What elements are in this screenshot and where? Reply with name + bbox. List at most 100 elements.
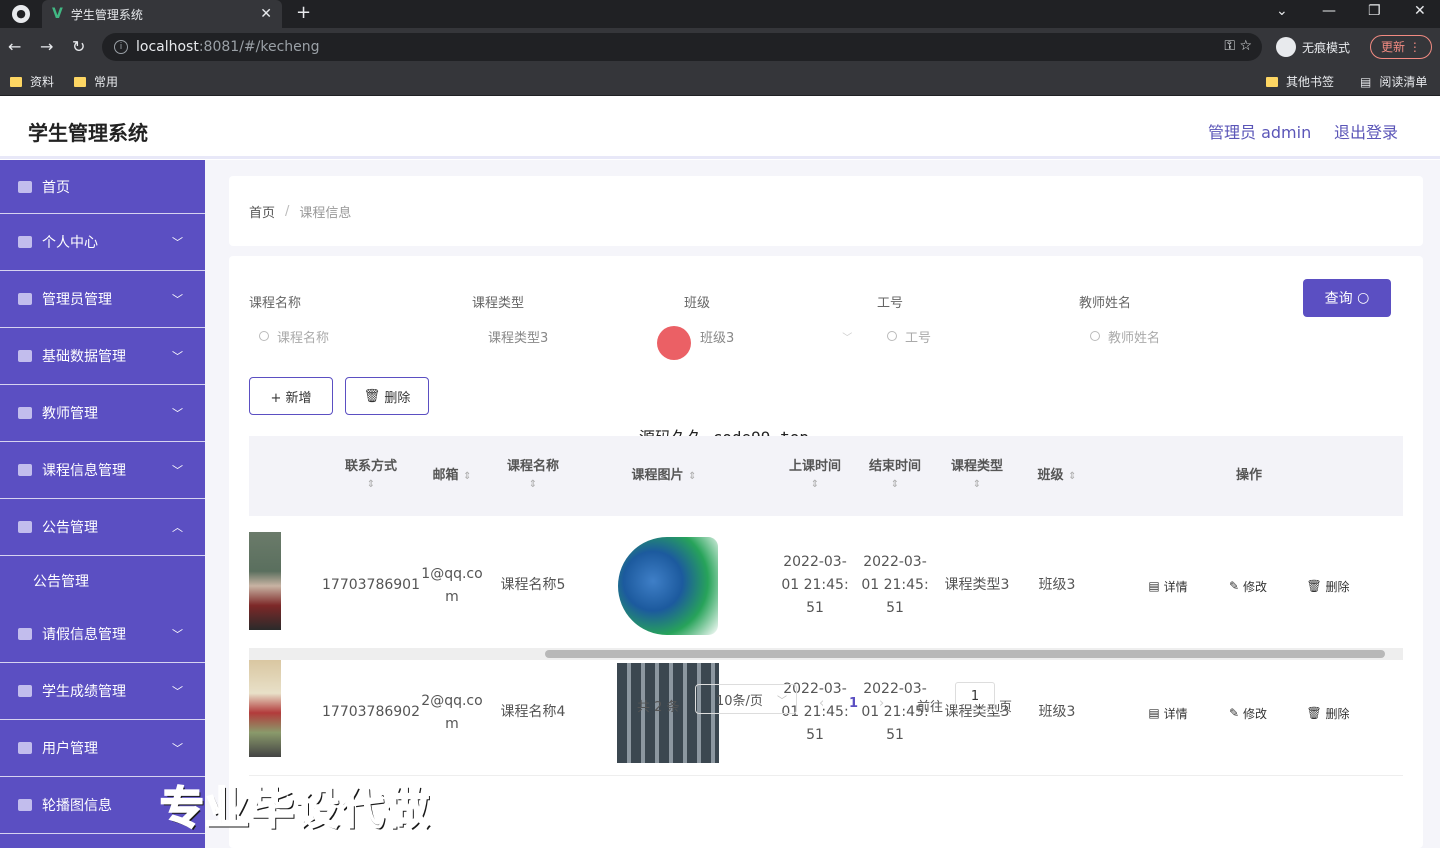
cell-email: 1@qq.com <box>421 565 483 605</box>
chevron-down-icon: ﹀ <box>172 236 183 249</box>
sidebar-item-course[interactable]: 课程信息管理 ﹀ <box>0 442 205 499</box>
sidebar-item-grades[interactable]: 学生成绩管理 ﹀ <box>0 663 205 720</box>
th-course-type[interactable]: 课程类型 ⇕ <box>941 436 1013 516</box>
th-course-name[interactable]: 课程名称 ⇕ <box>497 436 569 516</box>
app-header: 学生管理系统 管理员 admin 退出登录 <box>0 97 1440 159</box>
folder-icon <box>74 76 86 87</box>
job-no-input[interactable]: 工号 <box>887 320 1057 352</box>
chevron-down-icon: ﹀ <box>172 407 183 420</box>
breadcrumb-current: 课程信息 <box>299 205 352 221</box>
reload-icon[interactable]: ↻ <box>72 37 85 56</box>
course-type-select[interactable]: 课程类型3 <box>488 320 638 352</box>
minimize-icon[interactable]: — <box>1322 3 1336 19</box>
sidebar-item-notice[interactable]: 公告管理 ︿ <box>0 499 205 556</box>
incognito-icon <box>1276 37 1296 57</box>
tab-close-icon[interactable]: ✕ <box>260 6 272 22</box>
sidebar-item-users[interactable]: 用户管理 ﹀ <box>0 720 205 777</box>
page-size-select[interactable]: 10条/页 ﹀ <box>695 684 797 714</box>
scrollbar-thumb[interactable] <box>545 650 1385 658</box>
menu-icon <box>18 742 32 754</box>
sidebar-item-basic-data[interactable]: 基础数据管理 ﹀ <box>0 328 205 385</box>
pagination-total: 共 2 条 <box>637 700 680 715</box>
chevron-down-icon: ﹀ <box>172 350 183 363</box>
search-icon <box>887 331 897 341</box>
site-info-icon[interactable]: i <box>114 40 128 54</box>
current-user: 管理员 admin <box>1208 123 1312 142</box>
th-course-image[interactable]: 课程图片 ⇕ <box>609 436 719 516</box>
sidebar-item-home[interactable]: 首页 <box>0 160 205 214</box>
back-icon[interactable]: ← <box>8 37 21 56</box>
bookmark-folder[interactable]: 常用 <box>74 73 118 90</box>
th-contact[interactable]: 联系方式 ⇕ <box>335 436 407 516</box>
th-start-time[interactable]: 上课时间 ⇕ <box>779 436 851 516</box>
update-button[interactable]: 更新 ⋮ <box>1370 35 1432 59</box>
prev-page-icon[interactable]: ‹ <box>819 696 824 711</box>
teacher-name-label: 教师姓名 <box>1079 296 1132 311</box>
breadcrumb-home[interactable]: 首页 <box>249 202 275 221</box>
table-row: 17703786901 1@qq.com 课程名称5 2022-03-01 21… <box>249 522 1403 649</box>
edit-button[interactable]: ✎ 修改 <box>1215 572 1281 600</box>
chart-icon <box>18 521 32 533</box>
row-delete-button[interactable]: 🗑 删除 <box>1295 699 1361 727</box>
list-icon <box>18 628 32 640</box>
goto-label: 前往 <box>917 700 944 715</box>
sidebar-item-admin[interactable]: 管理员管理 ﹀ <box>0 271 205 328</box>
sidebar-item-personal[interactable]: 个人中心 ﹀ <box>0 214 205 271</box>
course-image <box>618 536 718 635</box>
browser-tab[interactable]: V 学生管理系统 ✕ <box>42 0 282 28</box>
query-button[interactable]: 查询 ○ <box>1303 279 1391 317</box>
forward-icon[interactable]: → <box>40 37 53 56</box>
detail-button[interactable]: ▤ 详情 <box>1135 699 1201 727</box>
horizontal-scrollbar[interactable] <box>249 648 1403 660</box>
sliders-icon <box>18 799 32 811</box>
th-email[interactable]: 邮箱 ⇕ <box>415 436 489 516</box>
url-input[interactable]: i localhost :8081/#/kecheng ⚿ ☆ <box>102 33 1262 61</box>
restore-icon[interactable]: ❐ <box>1368 3 1381 19</box>
cell-course-type: 课程类型3 <box>944 577 1010 593</box>
class-select[interactable]: 班级3 ﹀ <box>700 320 860 352</box>
tab-search-icon[interactable]: ⌄ <box>1276 3 1288 19</box>
other-bookmarks[interactable]: 其他书签 <box>1266 73 1334 90</box>
key-icon[interactable]: ⚿ ☆ <box>1224 38 1252 54</box>
incognito-indicator[interactable]: 无痕模式 <box>1276 37 1350 57</box>
cell-email: 2@qq.com <box>421 692 483 732</box>
browser-menu-icon[interactable]: ● <box>12 5 30 23</box>
table-row: 17703786902 2@qq.com 课程名称4 2022-03-01 21… <box>249 649 1403 776</box>
goto-page-input[interactable]: 1 <box>955 682 995 710</box>
trash-icon: 🗑 <box>1306 579 1322 593</box>
sidebar: 首页 个人中心 ﹀ 管理员管理 ﹀ 基础数据管理 ﹀ 教师管理 ﹀ 课程信息管理 ﹀ 公告… <box>0 160 205 848</box>
cursor-indicator <box>657 326 691 360</box>
reading-list[interactable]: ▤ 阅读清单 <box>1360 73 1427 90</box>
sort-icon: ⇕ <box>366 479 376 490</box>
browser-tabbar: ● V 学生管理系统 ✕ + ⌄ — ❐ ✕ <box>0 0 1440 28</box>
breadcrumb: 首页 / 课程信息 <box>229 176 1423 246</box>
close-window-icon[interactable]: ✕ <box>1414 3 1426 19</box>
cell-course-image[interactable] <box>613 522 723 649</box>
class-label: 班级 <box>684 296 711 311</box>
sidebar-item-leave[interactable]: 请假信息管理 ﹀ <box>0 606 205 663</box>
row-delete-button[interactable]: 🗑 删除 <box>1295 572 1361 600</box>
logout-link[interactable]: 退出登录 <box>1334 119 1398 143</box>
teacher-name-input[interactable]: 教师姓名 <box>1090 320 1270 352</box>
th-class[interactable]: 班级 ⇕ <box>1021 436 1093 516</box>
list-icon <box>18 293 32 305</box>
user-icon <box>18 236 32 248</box>
add-button[interactable]: + 新增 <box>249 377 333 415</box>
sidebar-subitem-notice[interactable]: 公告管理 <box>0 556 205 606</box>
th-end-time[interactable]: 结束时间 ⇕ <box>859 436 931 516</box>
grid-icon <box>18 350 32 362</box>
new-tab-icon[interactable]: + <box>296 2 311 23</box>
edit-button[interactable]: ✎ 修改 <box>1215 699 1281 727</box>
next-page-icon[interactable]: › <box>879 696 884 711</box>
doc-icon: ▤ <box>1148 706 1160 720</box>
bookmark-folder[interactable]: 资料 <box>10 73 54 90</box>
delete-button[interactable]: 🗑 删除 <box>345 377 429 415</box>
page-number[interactable]: 1 <box>849 696 858 711</box>
cell-course-name: 课程名称5 <box>500 577 566 593</box>
sidebar-item-teacher[interactable]: 教师管理 ﹀ <box>0 385 205 442</box>
detail-button[interactable]: ▤ 详情 <box>1135 572 1201 600</box>
course-type-label: 课程类型 <box>472 296 525 311</box>
bookmarks-bar: 资料 常用 其他书签 ▤ 阅读清单 <box>0 66 1440 96</box>
folder-icon <box>1266 76 1278 87</box>
course-name-input[interactable]: 课程名称 <box>259 320 439 352</box>
